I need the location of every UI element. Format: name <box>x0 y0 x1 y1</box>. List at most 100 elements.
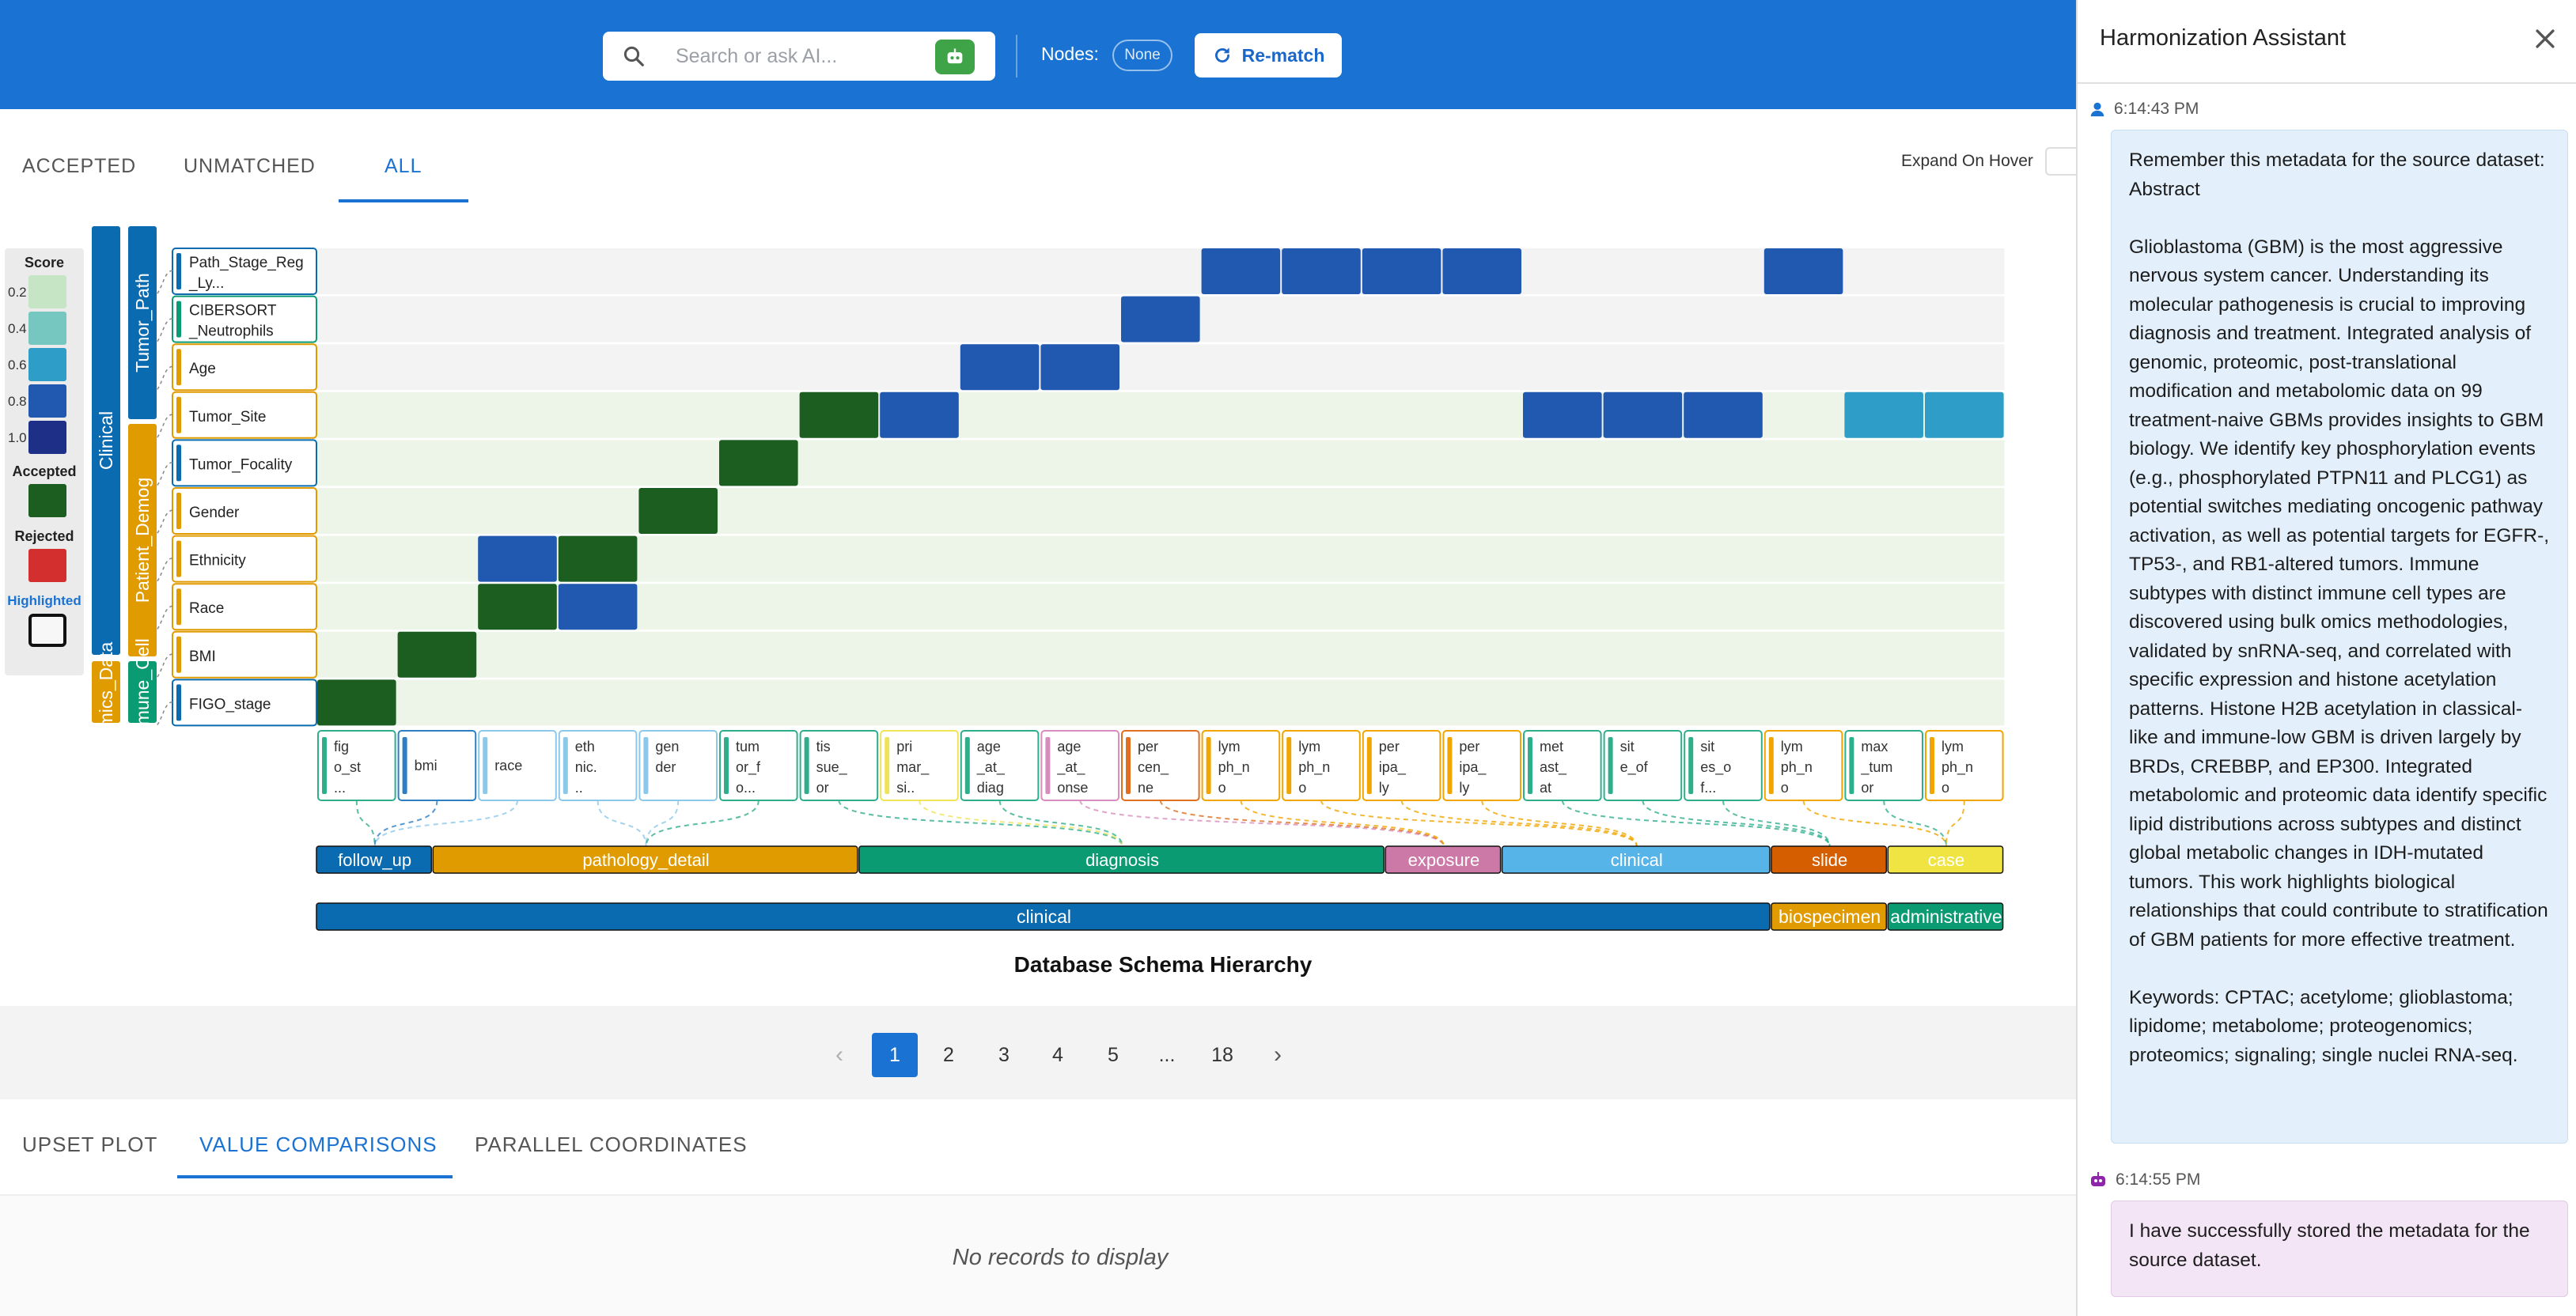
target-column-marker <box>1286 737 1292 794</box>
nodes-label: Nodes: <box>1041 43 1099 64</box>
source-group-omics-label: Omics_Data <box>96 642 116 743</box>
heatmap-cell[interactable] <box>1523 391 1602 438</box>
page-button-3[interactable]: 3 <box>981 1033 1027 1077</box>
tab-parallel-coordinates[interactable]: PARALLEL COORDINATES <box>475 1133 748 1157</box>
column-category-link <box>1400 800 1638 847</box>
heatmap-cell[interactable] <box>1282 248 1361 294</box>
legend-rejected-swatch <box>28 549 66 582</box>
page-button-18[interactable]: 18 <box>1199 1033 1245 1077</box>
target-column-marker <box>1528 737 1532 794</box>
target-column-label: met <box>1540 739 1563 754</box>
heatmap-cell[interactable] <box>1925 391 2004 438</box>
bot-message: I have successfully stored the metadata … <box>2111 1201 2568 1297</box>
heatmap-cell[interactable] <box>1684 391 1763 438</box>
next-page-button[interactable]: › <box>1255 1033 1301 1077</box>
target-column-box[interactable] <box>558 730 638 801</box>
source-column-marker <box>176 444 181 482</box>
tab-upset-plot[interactable]: UPSET PLOT <box>22 1133 157 1157</box>
page-button-4[interactable]: 4 <box>1035 1033 1081 1077</box>
heatmap-cell[interactable] <box>1201 248 1281 294</box>
search-box[interactable] <box>603 32 995 81</box>
target-column-label: sue_ <box>816 759 848 776</box>
source-column-label: BMI <box>189 649 216 665</box>
target-column-marker <box>1447 737 1453 794</box>
row-group-link <box>156 318 173 343</box>
target-column-label: sit <box>1620 739 1635 754</box>
expand-on-hover-label: Expand On Hover <box>1901 152 2033 170</box>
tab-accepted[interactable]: ACCEPTED <box>22 155 136 178</box>
source-column-marker <box>176 253 181 289</box>
target-column-label: _at_ <box>1056 759 1085 776</box>
heatmap-cell[interactable] <box>317 679 396 726</box>
heatmap-cell[interactable] <box>1763 248 1843 294</box>
heatmap-cell[interactable] <box>1121 296 1200 342</box>
legend-accepted-title: Accepted <box>12 463 77 479</box>
heatmap-cell[interactable] <box>558 535 638 582</box>
legend-tick: 1.0 <box>8 430 27 445</box>
target-column-label: tis <box>816 739 831 754</box>
row-group-link <box>156 270 173 295</box>
heatmap-cell[interactable] <box>799 391 879 438</box>
tab-all[interactable]: ALL <box>385 155 422 178</box>
close-icon[interactable] <box>2532 25 2559 52</box>
tab-unmatched[interactable]: UNMATCHED <box>184 155 316 178</box>
category-node-label: pathology_detail <box>582 850 709 870</box>
tab-value-comparisons[interactable]: VALUE COMPARISONS <box>199 1133 438 1157</box>
target-column-marker <box>964 737 970 794</box>
heatmap-cell[interactable] <box>1362 248 1441 294</box>
source-column-label: CIBERSORT <box>189 303 277 320</box>
legend-tick: 0.4 <box>8 321 27 336</box>
column-category-link <box>1320 800 1638 847</box>
nodes-chip[interactable]: None <box>1112 40 1172 71</box>
legend-highlighted-title: Highlighted <box>7 593 81 608</box>
matching-heatmap: Path_Stage_Reg _Ly... CIBERSORT _Neutrophil… <box>92 226 2005 931</box>
heatmap-cell[interactable] <box>397 631 477 678</box>
page-button-2[interactable]: 2 <box>926 1033 972 1077</box>
heatmap-cell[interactable] <box>1442 248 1521 294</box>
source-group-clinical-label: Clinical <box>96 411 116 470</box>
tab-active-indicator <box>339 199 468 202</box>
heatmap-cell[interactable] <box>638 488 718 534</box>
expand-on-hover-toggle[interactable] <box>2045 147 2077 176</box>
heatmap-cell[interactable] <box>1844 391 1923 438</box>
page-button-1[interactable]: 1 <box>872 1033 918 1077</box>
heatmap-cell[interactable] <box>478 584 557 630</box>
column-category-link <box>1561 800 1831 847</box>
column-category-link <box>838 800 1123 847</box>
column-category-link <box>373 800 438 847</box>
target-column-label: or <box>816 780 829 796</box>
source-column-marker <box>176 301 181 338</box>
column-category-link <box>919 800 1123 847</box>
rematch-button[interactable]: Re-match <box>1195 33 1342 78</box>
heatmap-cell[interactable] <box>719 440 798 486</box>
target-column-label: ly <box>1459 780 1469 796</box>
heatmap-cell[interactable] <box>1603 391 1683 438</box>
heatmap-cell[interactable] <box>558 584 638 630</box>
target-column-label: o <box>1781 780 1789 796</box>
target-column-label: at <box>1540 780 1551 796</box>
target-column-label: nic. <box>575 759 597 775</box>
column-category-link <box>1883 800 1947 847</box>
ai-assistant-button[interactable] <box>935 40 975 74</box>
search-icon <box>623 46 644 66</box>
heatmap-cell[interactable] <box>478 535 557 582</box>
page-button-5[interactable]: 5 <box>1090 1033 1136 1077</box>
column-category-link <box>355 800 376 847</box>
target-column-marker <box>563 737 568 794</box>
heatmap-row-background <box>316 344 2005 391</box>
search-input[interactable] <box>676 40 913 73</box>
source-column-label: Gender <box>189 505 240 521</box>
prev-page-button[interactable]: ‹ <box>816 1033 862 1077</box>
heatmap-cell[interactable] <box>880 391 959 438</box>
legend-tick: 0.8 <box>8 394 27 409</box>
heatmap-cell[interactable] <box>1040 344 1119 391</box>
heatmap-cell[interactable] <box>960 344 1040 391</box>
source-column-label: Age <box>189 361 216 377</box>
source-column-label: _Ly... <box>188 275 224 292</box>
legend-swatch <box>28 384 66 418</box>
legend-score-title: Score <box>24 255 65 270</box>
target-column-label: per <box>1379 739 1400 754</box>
source-column-marker <box>176 684 181 721</box>
row-group-link <box>156 558 173 583</box>
category-node-label: case <box>1928 850 1964 870</box>
